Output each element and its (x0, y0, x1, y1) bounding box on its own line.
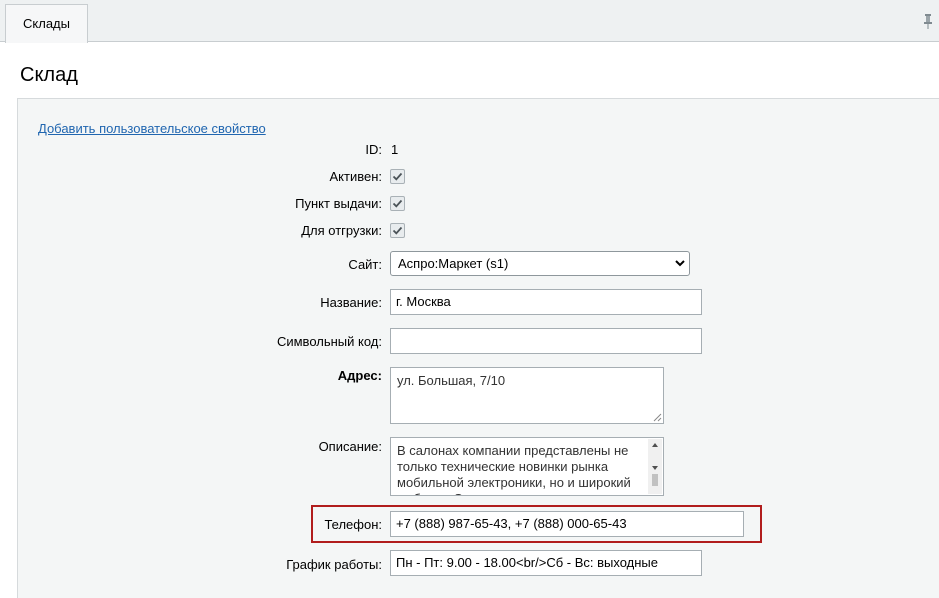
pickup-point-label: Пункт выдачи: (295, 196, 382, 211)
address-textarea[interactable]: ул. Большая, 7/10 (390, 367, 664, 424)
active-checkbox[interactable] (390, 169, 405, 184)
site-select[interactable]: Аспро:Маркет (s1) (390, 251, 690, 276)
description-label: Описание: (318, 439, 382, 454)
add-property-link[interactable]: Добавить пользовательское свойство (38, 121, 266, 136)
scrollbar-arrows-icon (652, 443, 658, 486)
address-value: ул. Большая, 7/10 (397, 373, 506, 388)
id-value: 1 (391, 142, 399, 157)
description-scrollbar[interactable] (648, 439, 662, 494)
checkmark-icon (392, 226, 403, 235)
site-label: Сайт: (348, 257, 382, 272)
resize-handle-icon[interactable] (652, 412, 662, 422)
active-label: Активен: (329, 169, 382, 184)
checkmark-icon (392, 199, 403, 208)
for-shipping-label: Для отгрузки: (301, 223, 382, 238)
phone-label: Телефон: (324, 517, 382, 532)
schedule-input[interactable]: Пн - Пт: 9.00 - 18.00<br/>Сб - Вс: выход… (390, 550, 702, 576)
page-title: Склад (20, 64, 78, 86)
pin-icon[interactable] (922, 13, 934, 29)
site-select-value: Аспро:Маркет (s1) (398, 256, 509, 271)
pickup-point-checkbox[interactable] (390, 196, 405, 211)
name-label: Название: (320, 295, 382, 310)
checkmark-icon (392, 172, 403, 181)
chevron-down-icon (675, 260, 685, 267)
name-input[interactable]: г. Москва (390, 289, 702, 315)
code-label: Символьный код: (276, 334, 382, 349)
tab-warehouses[interactable]: Склады (5, 4, 88, 43)
code-input[interactable] (390, 328, 702, 354)
description-textarea[interactable]: В салонах компании представлены не тольк… (390, 437, 664, 496)
tab-bar: Склады (0, 0, 939, 43)
title-area (0, 43, 939, 98)
phone-input[interactable]: +7 (888) 987-65-43, +7 (888) 000-65-43 (390, 511, 744, 537)
description-value: В салонах компании представлены не тольк… (397, 443, 631, 495)
for-shipping-checkbox[interactable] (390, 223, 405, 238)
schedule-label: График работы: (286, 557, 382, 572)
address-label: Адрес: (337, 368, 382, 383)
id-label: ID: (365, 142, 382, 157)
